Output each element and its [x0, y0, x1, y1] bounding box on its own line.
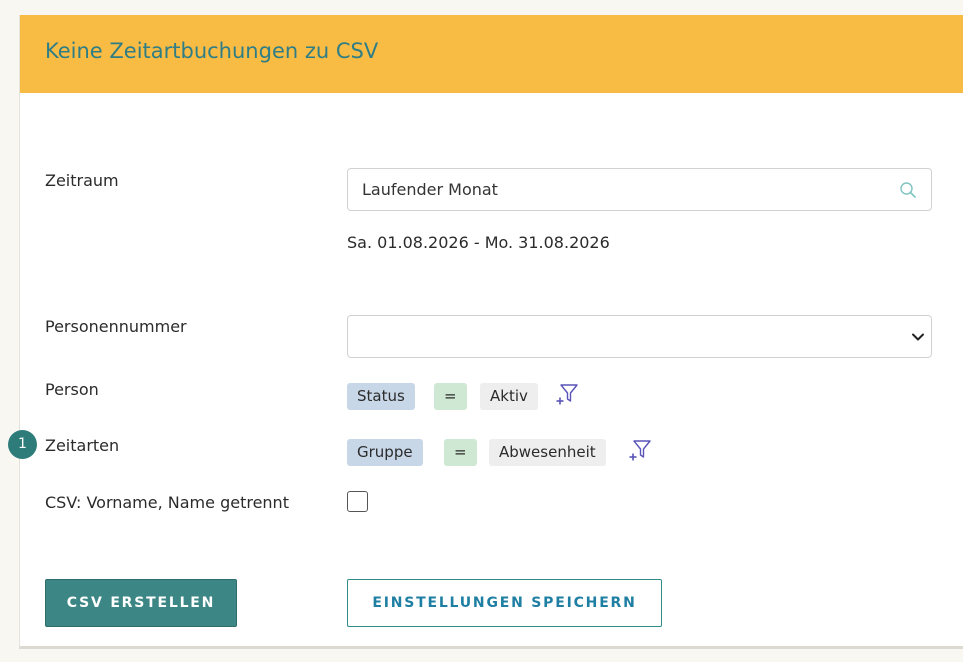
- chevron-down-icon: [912, 333, 924, 341]
- add-filter-icon[interactable]: [555, 383, 581, 407]
- save-settings-button[interactable]: EINSTELLUNGEN SPEICHERN: [347, 579, 662, 627]
- personennummer-label: Personennummer: [45, 317, 187, 336]
- person-filter-field[interactable]: Status: [347, 383, 415, 410]
- page-title: Keine Zeitartbuchungen zu CSV: [45, 39, 379, 63]
- person-filter-value[interactable]: Aktiv: [480, 383, 538, 410]
- add-filter-icon[interactable]: [628, 439, 654, 463]
- personennummer-select[interactable]: [347, 315, 932, 358]
- zeitraum-value: Laufender Monat: [362, 180, 498, 199]
- csv-split-checkbox[interactable]: [347, 491, 368, 512]
- card-header: Keine Zeitartbuchungen zu CSV: [20, 15, 963, 93]
- zeitraum-input[interactable]: Laufender Monat: [347, 168, 932, 211]
- person-label: Person: [45, 380, 99, 399]
- zeitarten-filter-field[interactable]: Gruppe: [347, 439, 423, 466]
- person-filter-operator[interactable]: =: [434, 383, 467, 410]
- zeitarten-label: Zeitarten: [45, 436, 120, 455]
- search-icon[interactable]: [899, 181, 917, 199]
- export-card: Keine Zeitartbuchungen zu CSV Zeitraum L…: [8, 15, 963, 649]
- step-badge: 1: [8, 430, 37, 459]
- create-csv-button[interactable]: CSV ERSTELLEN: [45, 579, 237, 627]
- zeitarten-filter-value[interactable]: Abwesenheit: [489, 439, 606, 466]
- zeitarten-filter-operator[interactable]: =: [444, 439, 477, 466]
- zeitraum-label: Zeitraum: [45, 171, 119, 190]
- csv-split-label: CSV: Vorname, Name getrennt: [45, 493, 289, 512]
- zeitraum-date-range: Sa. 01.08.2026 - Mo. 31.08.2026: [347, 233, 610, 252]
